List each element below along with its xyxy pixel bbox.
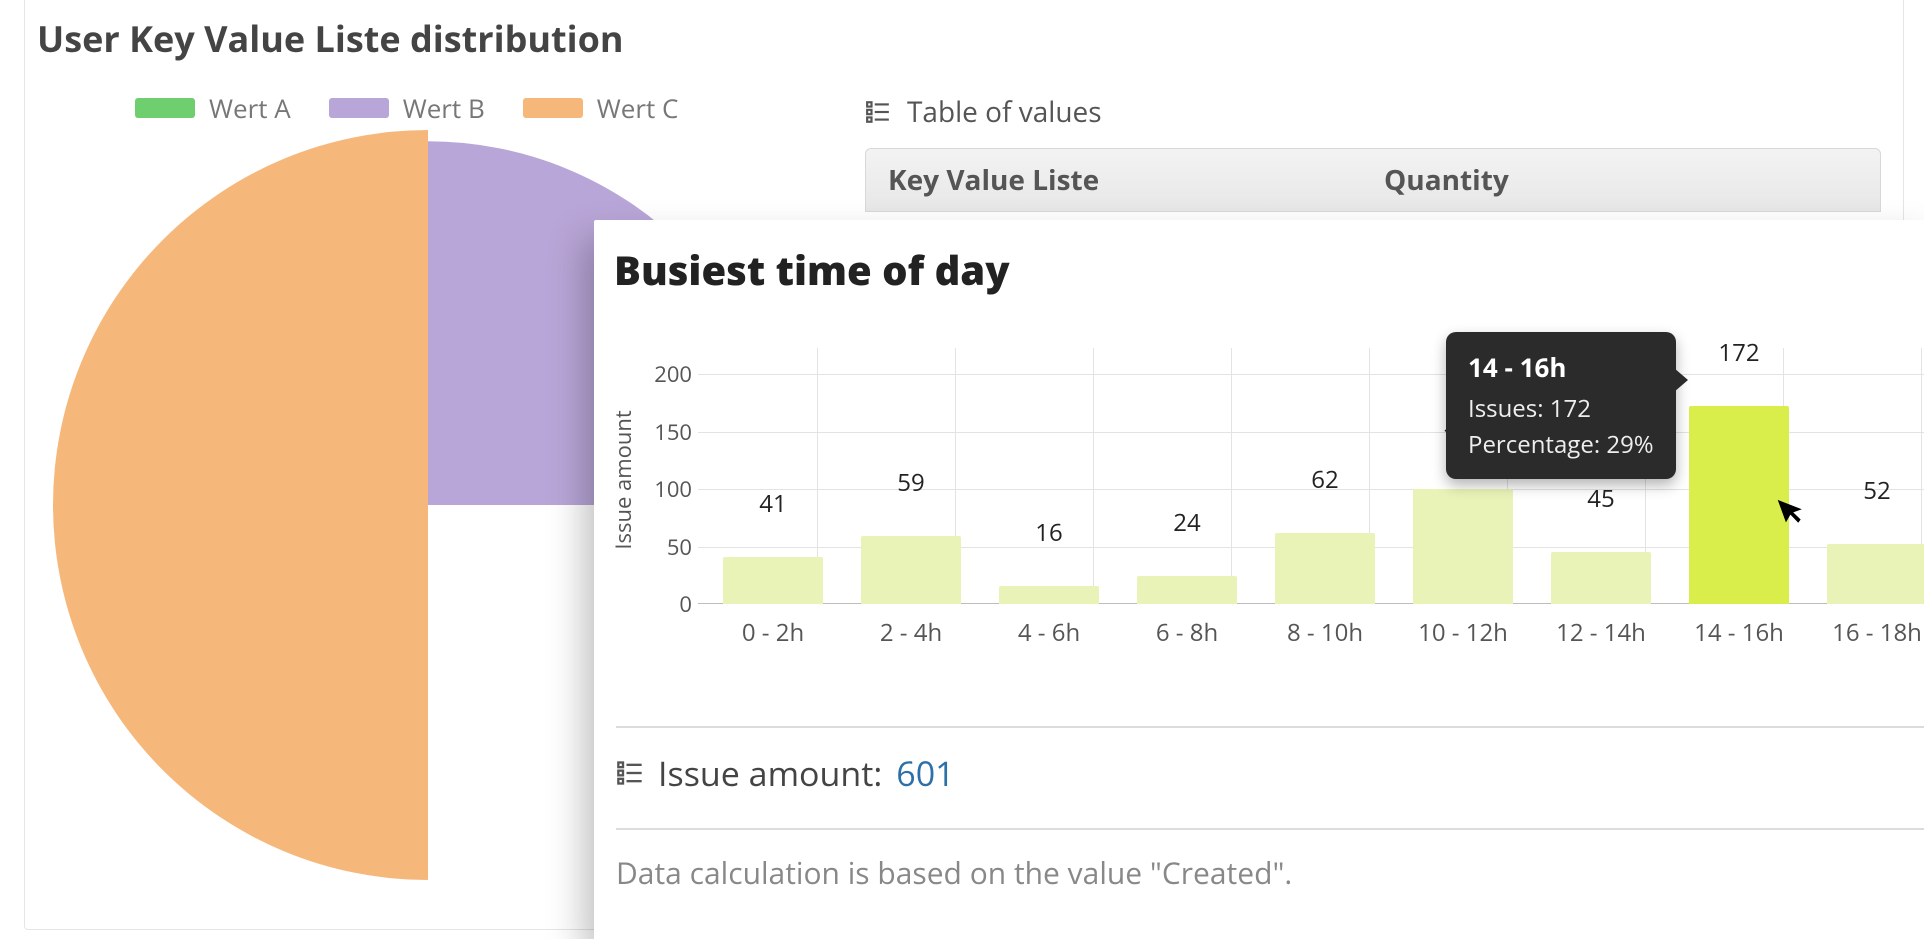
pie-chart-title: User Key Value Liste distribution (37, 14, 624, 63)
x-tick-label: 14 - 16h (1674, 616, 1804, 649)
table-of-values-header[interactable]: Table of values (865, 93, 1102, 131)
x-tick-label: 8 - 10h (1260, 616, 1390, 649)
bar-12-14h[interactable] (1551, 552, 1651, 604)
bar-8-10h[interactable] (1275, 533, 1375, 604)
legend-swatch-a (135, 98, 195, 118)
legend-item-wert-a[interactable]: Wert A (135, 90, 291, 126)
list-icon (616, 759, 644, 787)
issue-amount-label: Issue amount: (658, 750, 882, 796)
legend-swatch-b (329, 98, 389, 118)
bar-value-label: 41 (723, 487, 823, 520)
legend-item-wert-c[interactable]: Wert C (523, 90, 679, 126)
bar-6-8h[interactable] (1137, 576, 1237, 604)
issue-amount-summary[interactable]: Issue amount: 601 (616, 726, 1924, 796)
x-tick-label: 6 - 8h (1122, 616, 1252, 649)
legend-item-wert-b[interactable]: Wert B (329, 90, 485, 126)
bar-value-label: 52 (1827, 474, 1924, 507)
table-header-col2[interactable]: Quantity (1384, 161, 1880, 199)
bar-14-16h[interactable] (1689, 406, 1789, 604)
bar-value-label: 16 (999, 516, 1099, 549)
x-tick-label: 2 - 4h (846, 616, 976, 649)
x-tick-label: 4 - 6h (984, 616, 1114, 649)
bar-2-4h[interactable] (861, 536, 961, 604)
tooltip-line-percentage: Percentage: 29% (1468, 427, 1654, 463)
x-tick-label: 0 - 2h (708, 616, 838, 649)
y-tick-label: 200 (636, 359, 692, 389)
pie-legend: Wert A Wert B Wert C (135, 90, 678, 126)
bar-value-label: 24 (1137, 506, 1237, 539)
legend-label-b: Wert B (403, 90, 485, 126)
bar-10-12h[interactable] (1413, 489, 1513, 604)
bar-4-6h[interactable] (999, 586, 1099, 604)
bar-value-label: 45 (1551, 482, 1651, 515)
x-tick-label: 12 - 14h (1536, 616, 1666, 649)
list-icon (865, 99, 891, 125)
tooltip-line-issues: Issues: 172 (1468, 391, 1654, 427)
table-of-values-label: Table of values (907, 93, 1102, 131)
bar-value-label: 62 (1275, 463, 1375, 496)
tooltip-title: 14 - 16h (1468, 348, 1654, 387)
legend-label-a: Wert A (209, 90, 291, 126)
x-tick-label: 10 - 12h (1398, 616, 1528, 649)
gridline-v (1231, 348, 1232, 604)
bar-footer-note: Data calculation is based on the value "… (616, 828, 1924, 893)
bar-chart-plot[interactable]: 050100150200410 - 2h592 - 4h164 - 6h246 … (698, 348, 1924, 604)
x-tick-label: 16 - 18h (1812, 616, 1924, 649)
y-tick-label: 150 (636, 417, 692, 447)
y-tick-label: 100 (636, 474, 692, 504)
bar-panel: Busiest time of day Issue amount 0501001… (594, 220, 1924, 939)
bar-y-axis-label: Issue amount (608, 341, 638, 480)
bar-chart-title: Busiest time of day (614, 242, 1010, 297)
gridline-v (1093, 348, 1094, 604)
gridline-h (698, 374, 1924, 375)
bar-16-18h[interactable] (1827, 544, 1924, 604)
bar-tooltip: 14 - 16h Issues: 172 Percentage: 29% (1446, 332, 1676, 479)
issue-amount-value: 601 (896, 750, 954, 796)
legend-label-c: Wert C (597, 90, 679, 126)
table-header-col1[interactable]: Key Value Liste (866, 161, 1384, 199)
bar-value-label: 172 (1689, 336, 1789, 369)
y-tick-label: 50 (636, 532, 692, 562)
bar-value-label: 59 (861, 466, 961, 499)
values-table-header: Key Value Liste Quantity (865, 148, 1881, 212)
legend-swatch-c (523, 98, 583, 118)
y-tick-label: 0 (636, 589, 692, 619)
bar-0-2h[interactable] (723, 557, 823, 604)
